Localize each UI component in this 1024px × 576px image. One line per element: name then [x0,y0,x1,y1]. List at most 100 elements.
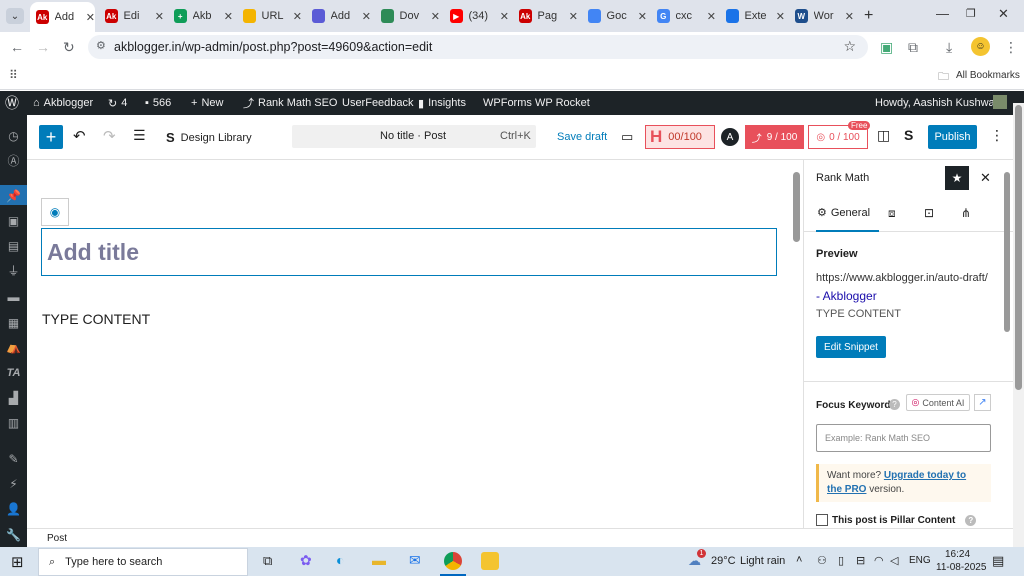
canvas-scrollbar[interactable] [793,172,800,242]
new-tab-button[interactable]: + [864,7,873,25]
page-scrollbar[interactable] [1013,103,1024,547]
preview-device-icon[interactable]: ▭ [621,129,633,145]
tab-close-icon[interactable]: ✕ [845,10,854,23]
tab-general[interactable]: ⚙ General [817,206,870,220]
site-name-link[interactable]: ⌂ Akblogger [33,91,93,115]
userfeedback-link[interactable]: UserFeedback [342,91,414,115]
clock-time[interactable]: 16:24 [945,549,970,560]
sidebar-toggle-icon[interactable]: ◫ [877,127,890,144]
tray-icon-3[interactable]: ⊟ [856,554,865,567]
forward-icon[interactable]: → [36,39,50,55]
tab-close-icon[interactable]: ✕ [776,10,785,23]
tray-icon-1[interactable]: ⚇ [817,554,827,567]
volume-icon[interactable]: ◁ [890,554,898,567]
chrome-taskbar-icon[interactable] [444,552,462,570]
publish-button[interactable]: Publish [928,125,977,149]
download-icon[interactable]: ⤓ [946,39,952,56]
plugins-icon[interactable]: ⚡ [6,476,21,491]
restore-button[interactable]: ❐ [966,7,976,20]
comments-menu-icon[interactable]: ▬ [6,289,21,304]
close-window-button[interactable]: ✕ [998,6,1009,22]
site-info-icon[interactable]: ⚙ [96,39,106,52]
wprocket-link[interactable]: WP Rocket [535,91,590,115]
tab-close-icon[interactable]: ✕ [224,10,233,23]
ta-icon[interactable]: TA [6,365,21,380]
focus-keyword-input[interactable]: Example: Rank Math SEO [816,424,991,452]
pillar-checkbox[interactable] [816,514,828,526]
browser-tab[interactable]: W Wor ✕ [789,4,854,28]
notifications-icon[interactable]: ▤ [992,553,1004,569]
pin-sidebar-button[interactable]: ★ [945,166,969,190]
browser-tab[interactable]: Ak Pag ✕ [513,4,578,28]
tab-close-icon[interactable]: ✕ [569,10,578,23]
visibility-toggle[interactable]: ◉ [41,198,69,226]
new-content-link[interactable]: + New [191,91,223,115]
menu-kebab-icon[interactable]: ⋮ [1004,39,1018,56]
pin-icon[interactable]: 📌 [6,188,21,203]
profile-avatar[interactable]: ☺ [971,37,990,56]
pillar-content-row[interactable]: This post is Pillar Content ? [816,514,977,526]
browser-tab[interactable]: Ak Edi ✕ [99,4,164,28]
seo-score-button[interactable]: ⤴ 9 / 100 [745,125,804,149]
options-kebab-icon[interactable]: ⋮ [990,127,1004,144]
help-icon[interactable]: ? [889,399,900,410]
tab-close-icon[interactable]: ✕ [707,10,716,23]
trends-button[interactable]: ↗ [974,394,991,411]
all-bookmarks-link[interactable]: All Bookmarks [956,70,1020,81]
pillar-help-icon[interactable]: ? [965,514,977,526]
browser-tab[interactable]: Goc ✕ [582,4,647,28]
browser-tab[interactable]: Gcxc ✕ [651,4,716,28]
media-icon[interactable]: ▣ [6,213,21,228]
bookmark-star-icon[interactable]: ☆ [843,38,856,55]
tab-close-icon[interactable]: ✕ [638,10,647,23]
browser-tab[interactable]: Add ✕ [306,4,371,28]
copilot-icon[interactable]: ✿ [300,552,312,569]
task-view-icon[interactable]: ⧉ [263,553,272,569]
tab-close-icon[interactable]: ✕ [293,10,302,23]
pages-icon[interactable]: ▤ [6,238,21,253]
insights-link[interactable]: ▮ Insights [418,91,466,115]
sidebar-scrollbar[interactable] [1004,172,1010,332]
browser-tab[interactable]: + Akb ✕ [168,4,233,28]
tab-close-icon[interactable]: ✕ [362,10,371,23]
wp-logo-icon[interactable]: Ⓦ [5,91,19,115]
weather-desc[interactable]: Light rain [740,555,785,567]
apps-grid-icon[interactable]: ⠿ [9,68,18,82]
design-library-button[interactable]: S Design Library [166,130,252,145]
users-icon[interactable]: 👤 [6,501,21,516]
save-draft-button[interactable]: Save draft [557,131,607,143]
redo-icon[interactable]: ↷ [103,127,116,145]
wpforms-link[interactable]: WPForms [483,91,532,115]
document-overview-icon[interactable]: ☰ [133,127,146,144]
taskbar-search-box[interactable]: ⌕ Type here to search [38,548,248,576]
file-explorer-icon[interactable]: ▬ [372,552,386,568]
wifi-icon[interactable]: ◠ [874,554,884,567]
browser-tab[interactable]: ▶ (34) ✕ [444,4,509,28]
weather-temp[interactable]: 29°C [711,555,736,567]
norton-taskbar-icon[interactable] [481,552,499,570]
tray-icon-2[interactable]: ▯ [838,554,844,567]
undo-icon[interactable]: ↶ [73,127,86,145]
tools-icon[interactable]: 🔧 [6,527,21,542]
howdy-user[interactable]: Howdy, Aashish Kushwaha [875,91,1007,115]
extensions-puzzle-icon[interactable]: ⧉ [908,39,918,56]
tab-search-button[interactable]: ⌄ [6,8,24,24]
user-avatar[interactable] [993,95,1007,109]
tab-close-icon[interactable]: ✕ [86,11,95,24]
post-title-field[interactable]: Add title [41,228,777,276]
dashboard-icon[interactable]: ◷ [6,128,21,143]
windows-start-icon[interactable]: ⊞ [11,553,24,571]
block-inserter-button[interactable]: + [39,125,63,149]
page-scrollbar-thumb[interactable] [1015,105,1022,390]
table-icon[interactable]: ▥ [6,415,21,430]
browser-tab[interactable]: Ak Add ✕ [30,2,95,32]
browser-tab[interactable]: Exte ✕ [720,4,785,28]
rankmath-link[interactable]: ⤴ Rank Math SEO [243,91,337,115]
document-bar[interactable]: No title · Post Ctrl+K [292,125,536,148]
address-bar[interactable]: ⚙ akblogger.in/wp-admin/post.php?post=49… [88,35,868,59]
stackable-icon[interactable]: S [904,127,913,143]
forms-icon[interactable]: ▦ [6,315,21,330]
appearance-icon[interactable]: ✎ [6,451,21,466]
edge-icon[interactable]: ◐ [336,552,344,568]
analytics-icon[interactable]: ▟ [6,390,21,405]
